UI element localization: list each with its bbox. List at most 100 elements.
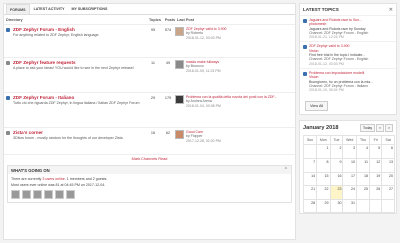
topics-count: 95 bbox=[150, 28, 156, 32]
calendar-day[interactable]: 26 bbox=[369, 185, 383, 200]
weekday-header: Fri bbox=[369, 135, 383, 146]
forum-icon bbox=[6, 61, 10, 65]
avatar[interactable] bbox=[11, 190, 20, 199]
latest-topic-date: 2018-01-21, 12:24 PM bbox=[309, 35, 344, 40]
topic-icon bbox=[303, 45, 307, 50]
topics-count: 16 bbox=[150, 131, 156, 135]
calendar-day[interactable]: 7 bbox=[302, 158, 318, 173]
latest-topic-item[interactable]: ZDF Zephyr valid to 3.900 Vision Find fr… bbox=[300, 41, 396, 67]
calendar-day[interactable]: 5 bbox=[369, 144, 383, 160]
latest-topic-item[interactable]: Jaguars and Robots race to Sun... photom… bbox=[300, 15, 396, 41]
last-post-date: 2018-01-09, 11:23 PM bbox=[186, 68, 221, 73]
avatar[interactable] bbox=[44, 190, 53, 199]
calendar-week: 123456 bbox=[302, 144, 395, 160]
avatar[interactable] bbox=[175, 95, 184, 104]
calendar-day[interactable]: 9 bbox=[329, 158, 344, 173]
calendar-grid: Sun Mon Tue Wed Thu Fri Sat 1 2 3 4 5 6 7 8 9 10 11 12 13 1… bbox=[302, 135, 395, 214]
calendar-day[interactable]: 11 bbox=[355, 158, 371, 173]
sidebar: LATEST TOPICS ✕ Jaguars and Robots race … bbox=[299, 3, 397, 240]
calendar-day[interactable]: 29 bbox=[316, 198, 331, 214]
close-icon[interactable]: ✕ bbox=[389, 7, 393, 13]
calendar-day[interactable]: 17 bbox=[342, 171, 357, 187]
calendar-week: 21 22 23 24 25 26 27 bbox=[302, 185, 395, 200]
calendar-week: 7 8 9 10 11 12 13 bbox=[302, 158, 395, 173]
calendar-week: 14 15 16 17 18 19 20 bbox=[302, 171, 395, 187]
calendar-week: 28 29 30 31 bbox=[302, 198, 395, 214]
forum-row[interactable]: ZDF Zephyr Forum - English For anything … bbox=[4, 25, 295, 58]
calendar-day[interactable]: 27 bbox=[381, 185, 395, 200]
header-posts: Posts bbox=[164, 17, 176, 22]
mark-channels-read-link[interactable]: Mark Channels Read bbox=[4, 157, 295, 161]
weekday-header: Wed bbox=[342, 135, 357, 146]
weekday-header: Mon bbox=[316, 135, 331, 146]
avatar[interactable] bbox=[175, 60, 184, 69]
posts-count: 49 bbox=[165, 61, 171, 65]
calendar-day[interactable]: 31 bbox=[342, 198, 357, 214]
latest-topic-item[interactable]: Problema con impostazione modelli Vision… bbox=[300, 67, 396, 94]
main-panel: FORUMS LATEST ACTIVITY MY SUBSCRIPTIONS … bbox=[3, 3, 296, 240]
online-users-link[interactable]: 3 users online bbox=[42, 177, 64, 181]
avatar[interactable] bbox=[66, 190, 75, 199]
prev-month-button[interactable]: < bbox=[376, 124, 385, 133]
calendar-day[interactable]: 13 bbox=[381, 158, 395, 173]
tab-latest-activity[interactable]: LATEST ACTIVITY bbox=[31, 4, 68, 14]
calendar-day[interactable]: 21 bbox=[302, 185, 318, 200]
forum-icon bbox=[6, 28, 10, 32]
calendar-day[interactable]: 24 bbox=[342, 185, 357, 200]
calendar-day[interactable]: 28 bbox=[302, 198, 318, 214]
calendar-day bbox=[355, 198, 371, 214]
avatar[interactable] bbox=[33, 190, 42, 199]
calendar-day[interactable]: 1 bbox=[316, 144, 331, 160]
posts-count: 62 bbox=[165, 131, 171, 135]
latest-topic-title[interactable]: Problema con impostazione modelli bbox=[309, 71, 373, 75]
calendar-day[interactable]: 16 bbox=[329, 171, 344, 187]
weekday-header: Tue bbox=[329, 135, 344, 146]
calendar-panel: January 2018 Today < > Sun Mon Tue Wed Thu Fr… bbox=[299, 120, 397, 215]
posts-count: 179 bbox=[164, 96, 172, 100]
calendar-day[interactable]: 14 bbox=[302, 171, 318, 187]
calendar-day[interactable]: 22 bbox=[316, 185, 331, 200]
calendar-day[interactable]: 25 bbox=[355, 185, 371, 200]
calendar-day[interactable]: 23 bbox=[329, 185, 344, 200]
forum-description: 3Dflow forum - mostly random for the tho… bbox=[13, 136, 123, 140]
calendar-day[interactable]: 18 bbox=[355, 171, 371, 187]
calendar-day[interactable]: 6 bbox=[381, 144, 395, 160]
forum-icon bbox=[6, 96, 10, 100]
calendar-day[interactable]: 20 bbox=[381, 171, 395, 187]
topics-count: 11 bbox=[151, 61, 155, 65]
tab-forums[interactable]: FORUMS bbox=[6, 4, 30, 14]
header-last-post: Last Post bbox=[177, 17, 195, 22]
header-topics: Topics bbox=[149, 17, 161, 22]
calendar-day[interactable]: 2 bbox=[329, 144, 344, 160]
weekday-header: Sat bbox=[381, 135, 395, 146]
calendar-title: January 2018 bbox=[303, 125, 339, 132]
avatar[interactable] bbox=[55, 190, 64, 199]
forum-description: For anything related to ZDF Zephyr, Engl… bbox=[13, 33, 100, 37]
forum-row[interactable]: Zista's corner 3Dflow forum - mostly ran… bbox=[4, 128, 295, 155]
next-month-button[interactable]: > bbox=[385, 124, 393, 133]
calendar-day bbox=[369, 198, 383, 214]
calendar-day[interactable]: 3 bbox=[342, 144, 357, 160]
calendar-day[interactable]: 12 bbox=[369, 158, 383, 173]
last-post-date: 2018-01-12, 03:03 PM bbox=[186, 35, 221, 40]
calendar-day bbox=[302, 144, 318, 160]
avatar[interactable] bbox=[22, 190, 31, 199]
tab-my-subscriptions[interactable]: MY SUBSCRIPTIONS bbox=[69, 4, 111, 14]
today-button[interactable]: Today bbox=[359, 124, 376, 133]
forum-row[interactable]: ZDF Zephyr Forum - Italiano Tutto ciò ch… bbox=[4, 93, 295, 128]
avatar[interactable] bbox=[175, 130, 184, 139]
calendar-day[interactable]: 4 bbox=[355, 144, 371, 160]
whats-going-on-panel: WHAT'S GOING ON ⌃ There are currently 3 … bbox=[7, 165, 292, 203]
calendar-day[interactable]: 15 bbox=[316, 171, 331, 187]
calendar-day[interactable]: 30 bbox=[329, 198, 344, 214]
forum-row[interactable]: ZDF Zephyr feature requests A place to a… bbox=[4, 58, 295, 93]
calendar-day[interactable]: 10 bbox=[342, 158, 357, 173]
calendar-day[interactable]: 8 bbox=[316, 158, 331, 173]
weekday-header: Sun bbox=[302, 135, 318, 146]
view-all-button[interactable]: View All bbox=[305, 101, 329, 112]
collapse-icon[interactable]: ⌃ bbox=[284, 167, 288, 173]
avatar[interactable] bbox=[175, 27, 184, 36]
online-avatars bbox=[11, 190, 288, 199]
last-post-date: 2017-12-28, 02:20 PM bbox=[186, 138, 221, 143]
calendar-day[interactable]: 19 bbox=[369, 171, 383, 187]
